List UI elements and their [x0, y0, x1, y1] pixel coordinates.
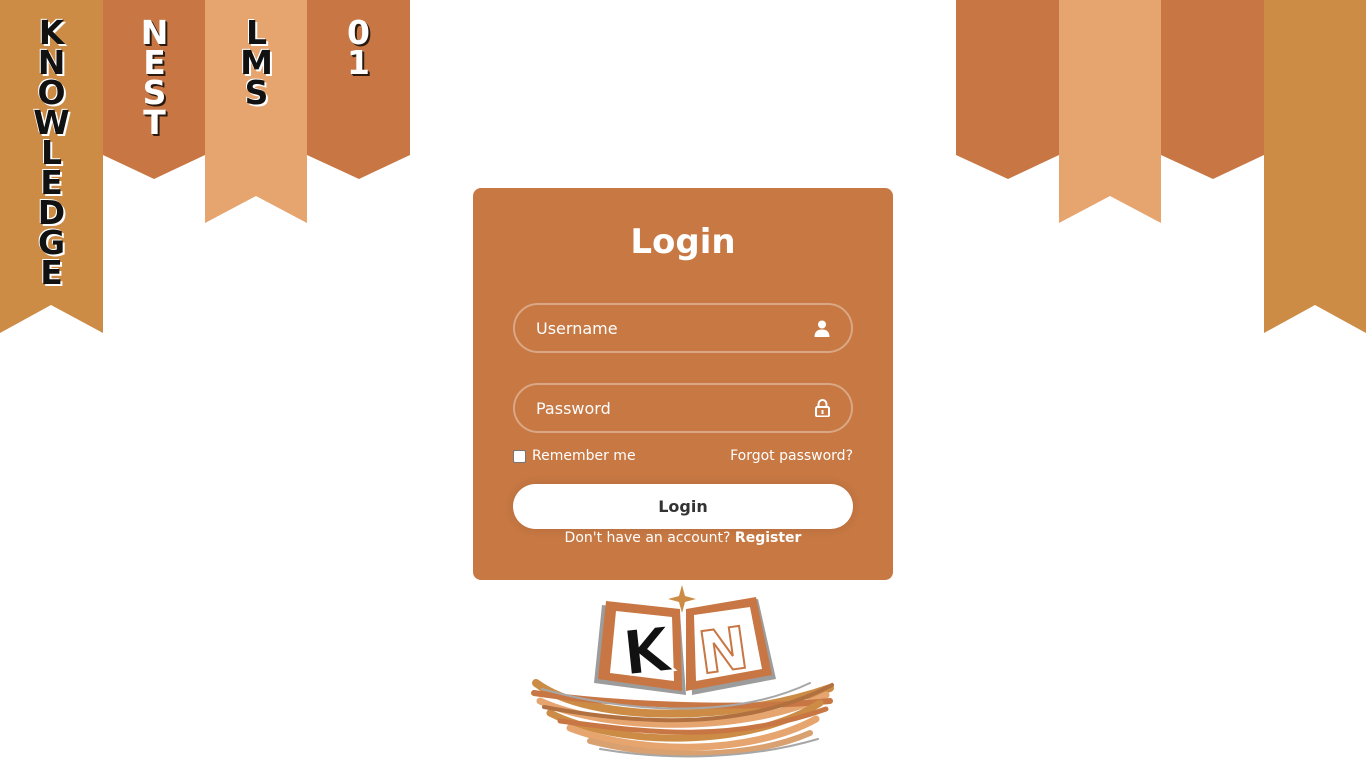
ribbon-letter: T — [143, 103, 166, 142]
knowledge-nest-logo: K N — [531, 585, 834, 758]
remember-me-label: Remember me — [532, 448, 636, 464]
forgot-password-link[interactable]: Forgot password? — [730, 448, 853, 464]
ribbon-word-01: 01 — [347, 0, 370, 82]
remember-me-checkbox[interactable] — [513, 449, 526, 463]
ribbon-nest: NEST — [103, 0, 206, 142]
register-link[interactable]: Register — [735, 530, 802, 546]
password-field[interactable] — [513, 383, 853, 433]
lock-icon — [813, 399, 831, 417]
ribbon-word-nest: NEST — [141, 0, 169, 142]
ribbon-letter: S — [244, 73, 269, 112]
username-input[interactable] — [536, 318, 786, 338]
ribbon-word-lms: LMS — [240, 0, 273, 112]
register-prompt: Don't have an account? Register — [473, 530, 893, 546]
password-input[interactable] — [536, 398, 786, 418]
user-icon — [813, 319, 831, 337]
username-field[interactable] — [513, 303, 853, 353]
remember-me[interactable]: Remember me — [513, 448, 636, 464]
ribbon-letter: E — [40, 253, 63, 292]
svg-text:K: K — [619, 612, 676, 690]
ribbon-lms: LMS — [205, 0, 308, 112]
right-ribbons-background — [956, 0, 1366, 333]
login-page: KNOWLEDGE NEST LMS 01 Login Username Rem… — [0, 0, 1366, 768]
ribbon-letter: 1 — [347, 43, 370, 82]
svg-text:N: N — [695, 614, 753, 688]
login-button[interactable]: Login — [513, 484, 853, 529]
ribbon-01: 01 — [307, 0, 410, 82]
login-title: Login — [630, 222, 736, 262]
no-account-text: Don't have an account? — [564, 530, 731, 546]
